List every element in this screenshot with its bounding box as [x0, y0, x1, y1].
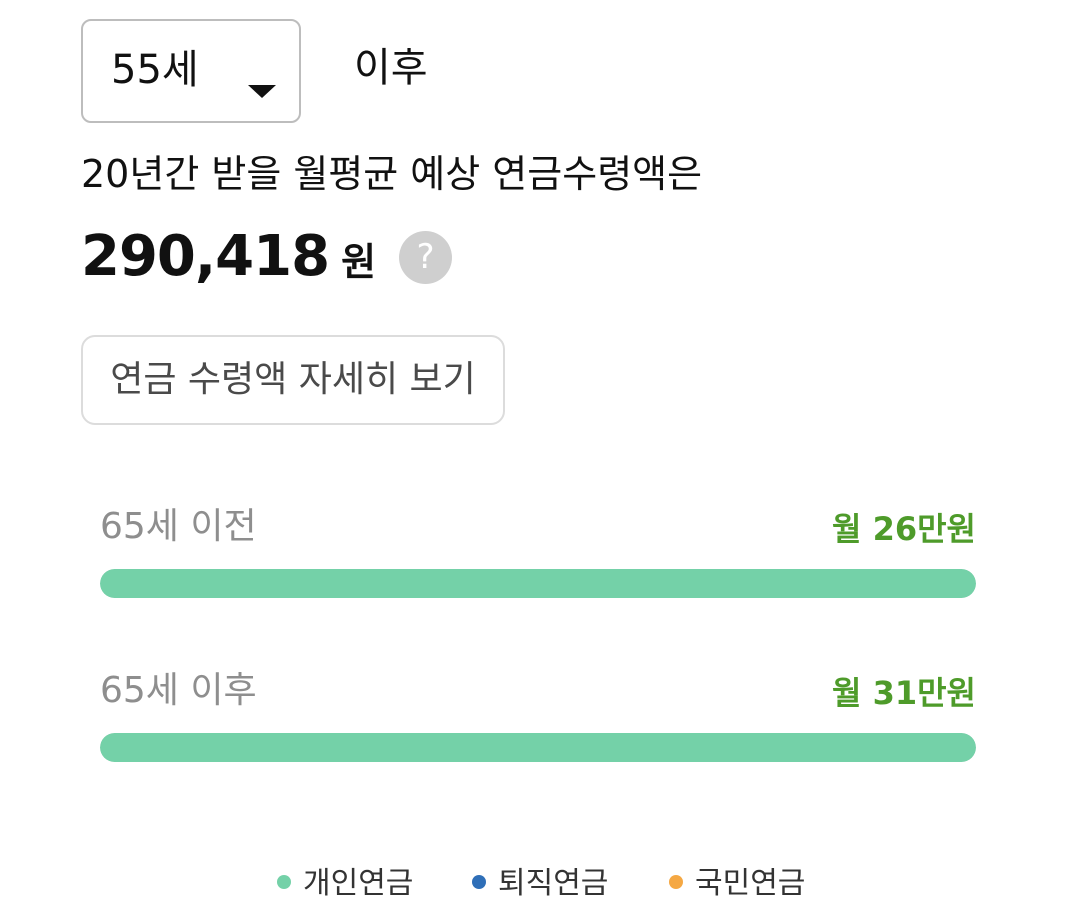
after-label: 이후	[354, 45, 428, 91]
bar-value: 월 26만원	[832, 510, 976, 548]
legend-dot	[277, 874, 291, 889]
bar-track	[100, 569, 976, 598]
question-circle-icon[interactable]: ?	[399, 231, 452, 284]
bar-fill-personal	[100, 569, 976, 598]
bar-label: 65세 이전	[100, 506, 257, 547]
pension-amount-row: 290,418 원	[81, 222, 376, 292]
legend-dot	[669, 874, 683, 889]
bar-label: 65세 이후	[100, 670, 257, 711]
legend-item-personal: 개인연금	[277, 864, 413, 904]
bar-fill-personal	[100, 733, 976, 762]
caret-down-icon	[248, 85, 276, 98]
legend-item-retirement: 퇴직연금	[472, 864, 608, 904]
pension-description: 20년간 받을 월평균 예상 연금수령액은	[81, 152, 703, 196]
age-dropdown[interactable]: 55세	[81, 19, 301, 123]
legend-item-national: 국민연금	[669, 864, 805, 904]
legend-label: 국민연금	[695, 866, 806, 901]
age-dropdown-value: 55세	[111, 47, 199, 93]
pension-page: 55세 이후 20년간 받을 월평균 예상 연금수령액은 290,418 원 ? …	[0, 0, 1080, 915]
view-details-button[interactable]: 연금 수령액 자세히 보기	[81, 335, 505, 425]
pension-amount: 290,418	[81, 224, 330, 289]
bar-track	[100, 733, 976, 762]
bar-value: 월 31만원	[832, 674, 976, 712]
legend-label: 퇴직연금	[498, 866, 609, 901]
legend-dot	[472, 874, 486, 889]
legend: 개인연금 퇴직연금 국민연금	[0, 864, 1080, 904]
legend-label: 개인연금	[303, 866, 414, 901]
pension-amount-unit: 원	[341, 240, 377, 284]
